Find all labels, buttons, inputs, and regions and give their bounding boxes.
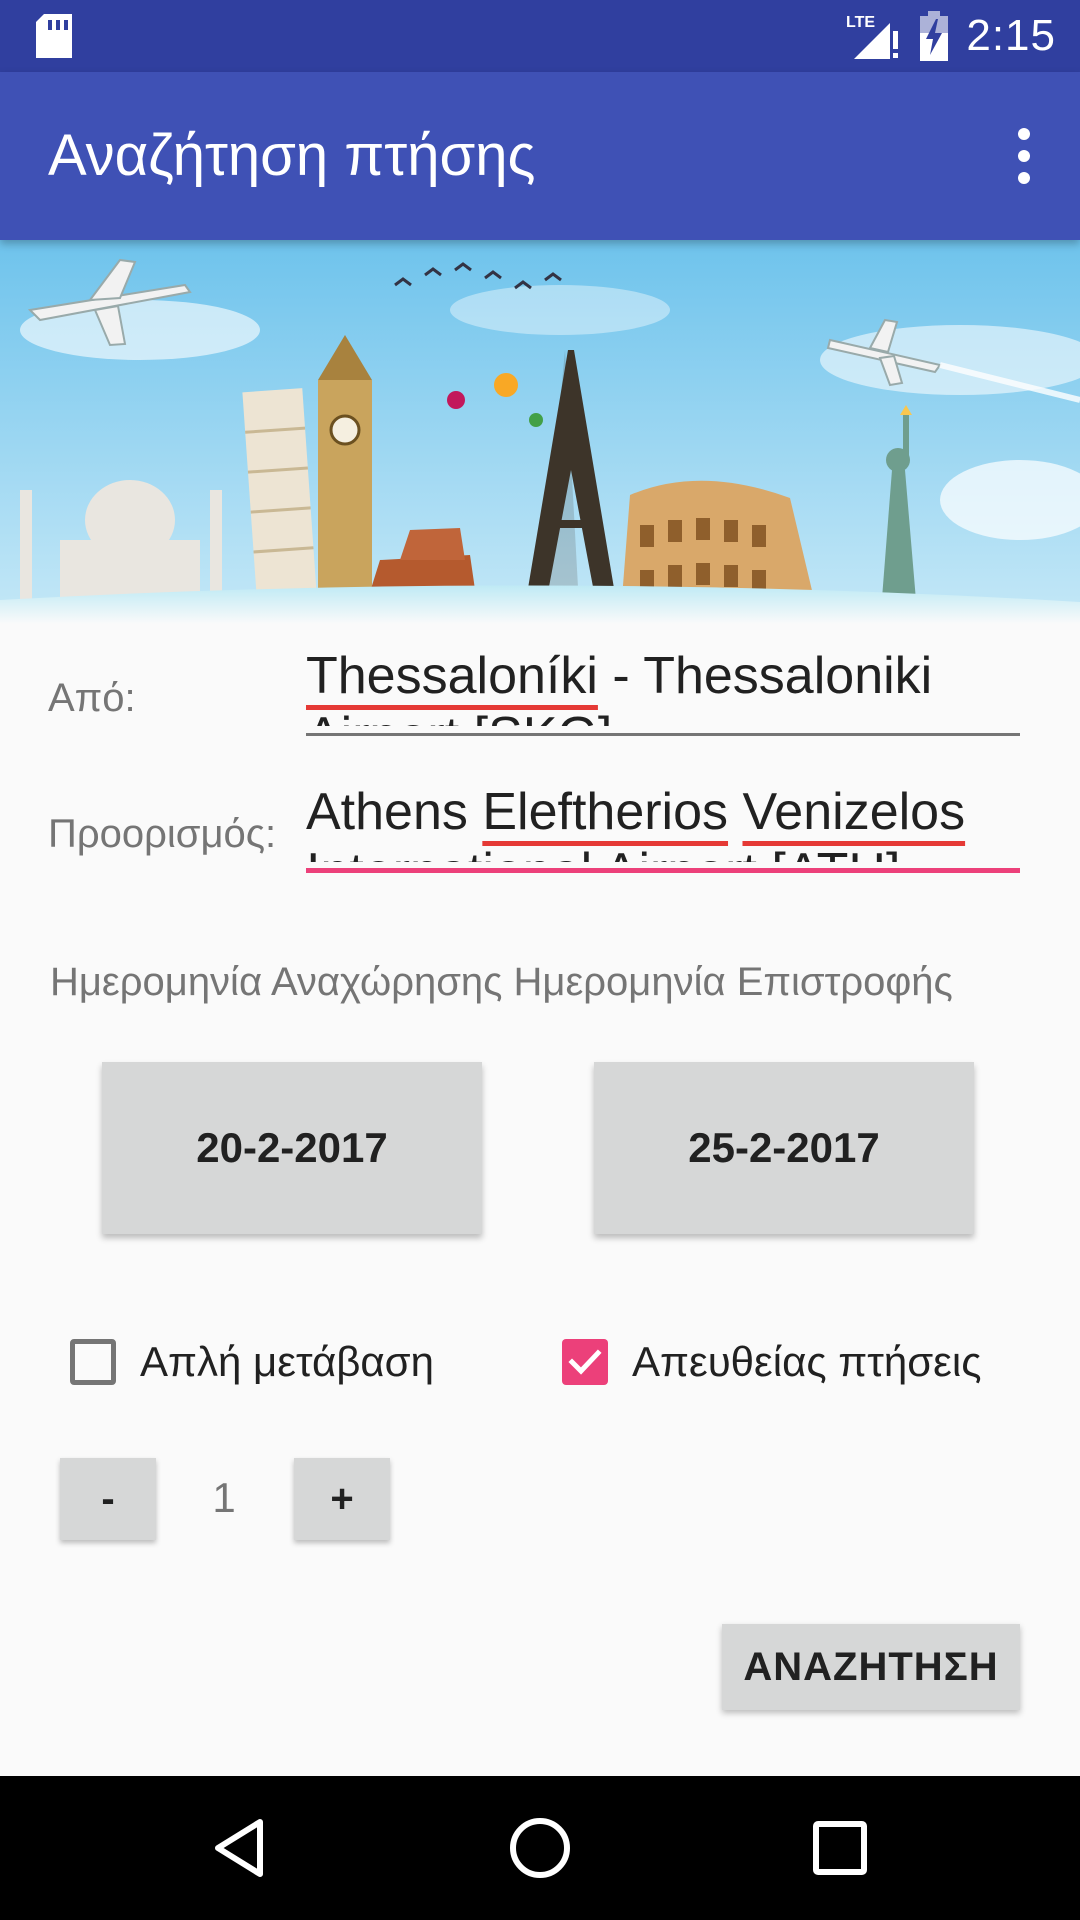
sd-card-icon <box>36 14 72 58</box>
from-value-overflow: Airport [SKG] <box>306 706 1020 726</box>
checkmark-icon <box>568 1349 602 1375</box>
direct-flights-label: Απευθείας πτήσεις <box>632 1338 982 1385</box>
direct-flights-option[interactable]: Απευθείας πτήσεις <box>562 1332 981 1392</box>
navigation-bar <box>0 1776 1080 1920</box>
from-input-underline <box>306 733 1020 736</box>
lte-signal-icon: LTE <box>846 14 899 59</box>
more-vert-icon[interactable] <box>1004 126 1044 186</box>
departure-date-button[interactable]: 20-2-2017 <box>102 1062 482 1234</box>
recents-icon[interactable] <box>804 1812 876 1884</box>
page-title: Αναζήτηση πτήσης <box>48 123 536 188</box>
one-way-option[interactable]: Απλή μετάβαση <box>70 1332 434 1392</box>
to-input-underline <box>306 868 1020 873</box>
home-icon[interactable] <box>504 1812 576 1884</box>
from-input[interactable]: Thessaloníki - Thessaloniki Airport [SKG… <box>306 646 1020 726</box>
direct-flights-checkbox[interactable] <box>562 1339 608 1385</box>
dates-header: Ημερομηνία Αναχώρησης Ημερομηνία Επιστρο… <box>50 960 953 1004</box>
battery-charging-icon <box>920 11 949 61</box>
back-icon[interactable] <box>204 1812 276 1884</box>
return-date-button[interactable]: 25-2-2017 <box>594 1062 974 1234</box>
status-time: 2:15 <box>966 11 1056 60</box>
one-way-label: Απλή μετάβαση <box>140 1338 434 1385</box>
from-value-city: Thessaloníki <box>306 647 598 705</box>
to-label: Προορισμός: <box>48 812 277 856</box>
one-way-checkbox[interactable] <box>70 1339 116 1385</box>
search-button[interactable]: ΑΝΑΖΗΤΗΣΗ <box>722 1624 1020 1710</box>
to-value-overflow: International Airport [ATH] <box>306 842 1020 862</box>
app-bar: Αναζήτηση πτήσης <box>0 72 1080 240</box>
to-value-space <box>728 783 742 841</box>
passenger-count: 1 <box>212 1474 236 1521</box>
to-value-word2: Venizelos <box>742 783 966 841</box>
to-value-word1: Eleftherios <box>482 783 729 841</box>
from-value-rest: - Thessaloniki <box>597 647 933 705</box>
svg-text:LTE: LTE <box>846 14 875 31</box>
status-bar: LTE 2:15 <box>0 0 1080 72</box>
decrease-passengers-button[interactable]: - <box>60 1458 156 1540</box>
increase-passengers-button[interactable]: + <box>294 1458 390 1540</box>
hero-banner-image <box>0 240 1080 624</box>
to-value-city: Athens <box>306 783 483 841</box>
from-label: Από: <box>48 676 136 720</box>
to-input[interactable]: Athens Eleftherios Venizelos Internation… <box>306 782 1020 862</box>
